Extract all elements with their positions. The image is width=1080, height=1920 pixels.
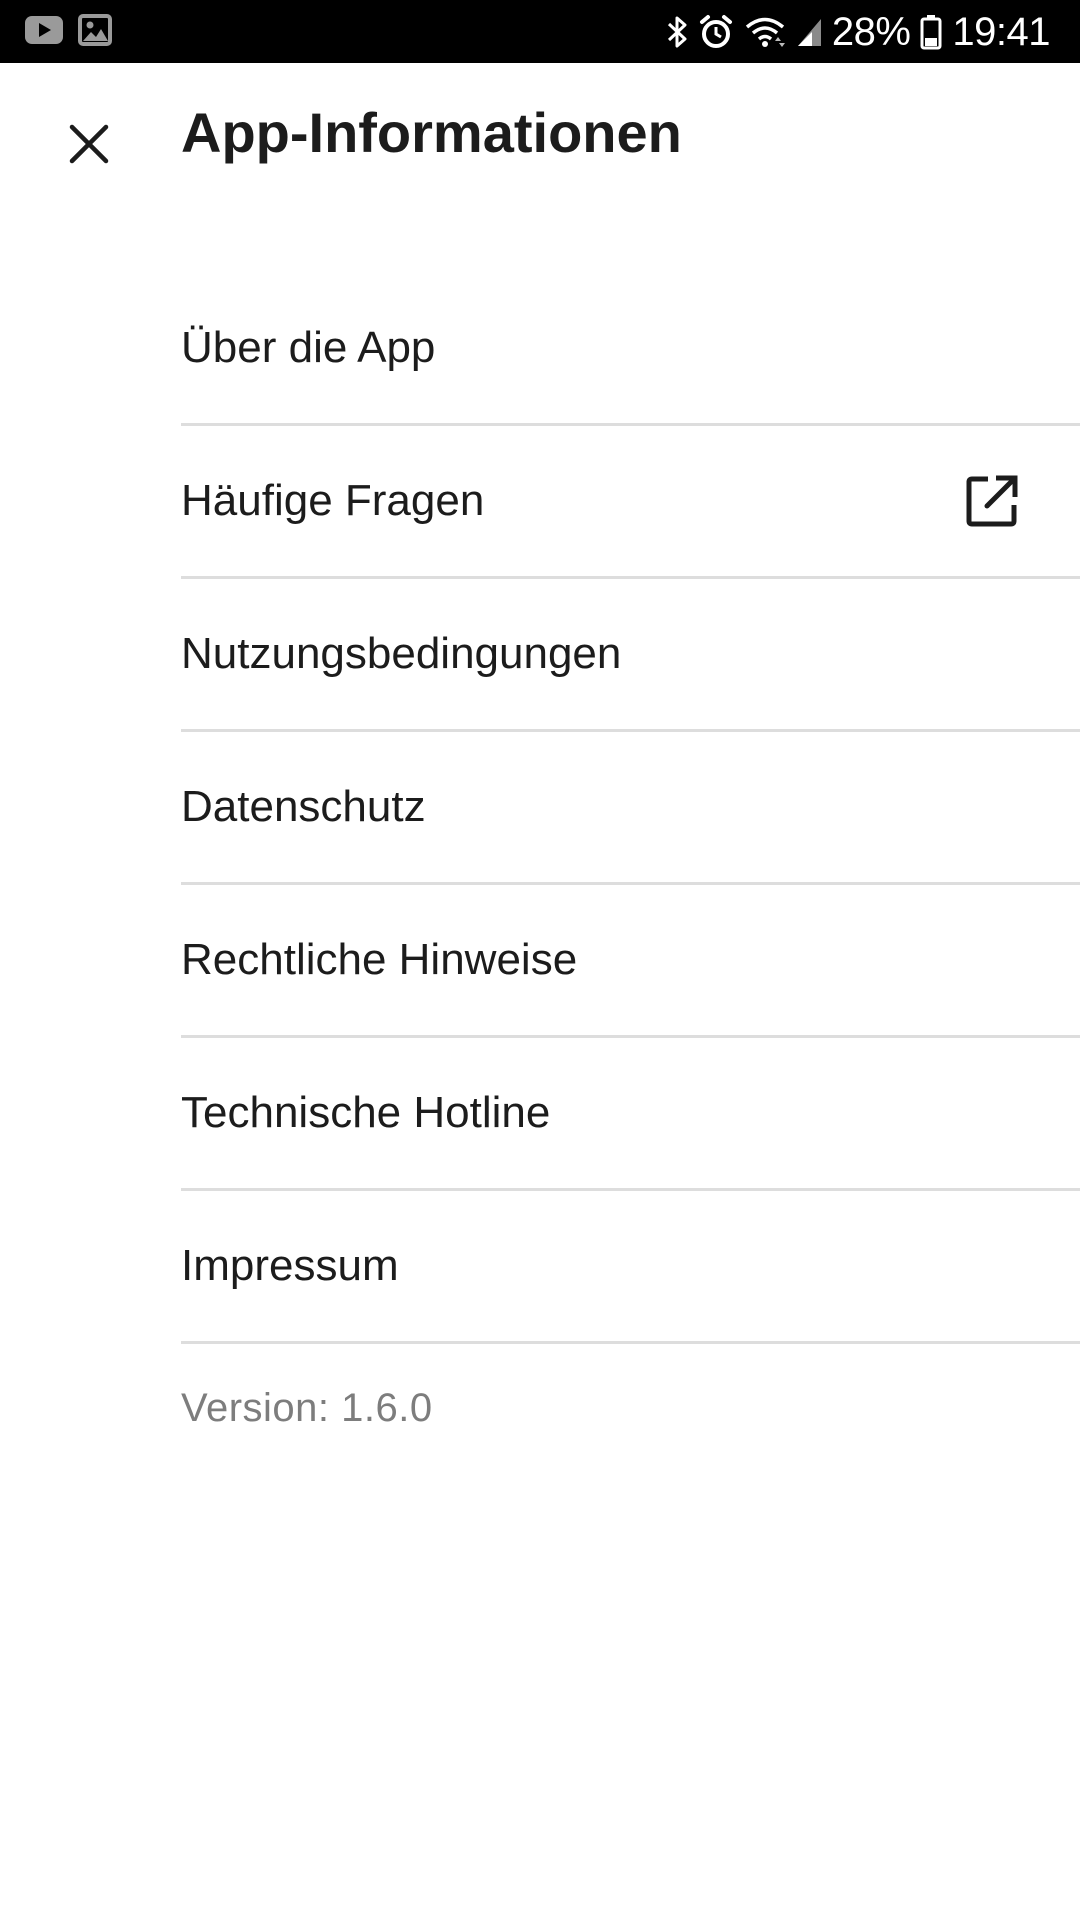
menu-item-privacy[interactable]: Datenschutz [181, 732, 1080, 885]
page-title: App-Informationen [181, 101, 682, 164]
menu-item-imprint[interactable]: Impressum [181, 1191, 1080, 1344]
menu-item-label: Impressum [181, 1241, 399, 1290]
version-text: Version: 1.6.0 [181, 1386, 433, 1430]
menu-item-label: Technische Hotline [181, 1088, 551, 1137]
external-link-icon [964, 473, 1020, 529]
menu-item-legal-notices[interactable]: Rechtliche Hinweise [181, 885, 1080, 1038]
menu-item-faq[interactable]: Häufige Fragen [181, 426, 1080, 579]
status-bar-system: 28% 19:41 [666, 0, 1050, 63]
app-bar: App-Informationen [0, 63, 1080, 213]
image-icon [78, 13, 112, 51]
status-bar: 28% 19:41 [0, 0, 1080, 63]
menu-item-label: Datenschutz [181, 782, 426, 831]
close-icon [69, 124, 109, 169]
menu-list: Über die App Häufige Fragen Nutzungsbedi… [0, 272, 1080, 1344]
signal-icon [796, 17, 822, 47]
close-button[interactable] [49, 106, 129, 186]
youtube-icon [24, 15, 64, 50]
status-bar-notifications [24, 13, 112, 51]
menu-item-label: Über die App [181, 322, 436, 372]
battery-icon [920, 14, 942, 50]
wifi-icon [744, 15, 786, 49]
menu-item-terms-of-use[interactable]: Nutzungsbedingungen [181, 579, 1080, 732]
menu-item-label: Rechtliche Hinweise [181, 935, 578, 984]
battery-percent: 28% [831, 9, 911, 54]
menu-item-technical-hotline[interactable]: Technische Hotline [181, 1038, 1080, 1191]
menu-item-about-app[interactable]: Über die App [181, 272, 1080, 426]
menu-item-label: Häufige Fragen [181, 476, 485, 525]
clock-time: 19:41 [952, 9, 1050, 54]
alarm-icon [698, 14, 734, 50]
bluetooth-icon [666, 15, 688, 49]
menu-item-label: Nutzungsbedingungen [181, 629, 622, 678]
